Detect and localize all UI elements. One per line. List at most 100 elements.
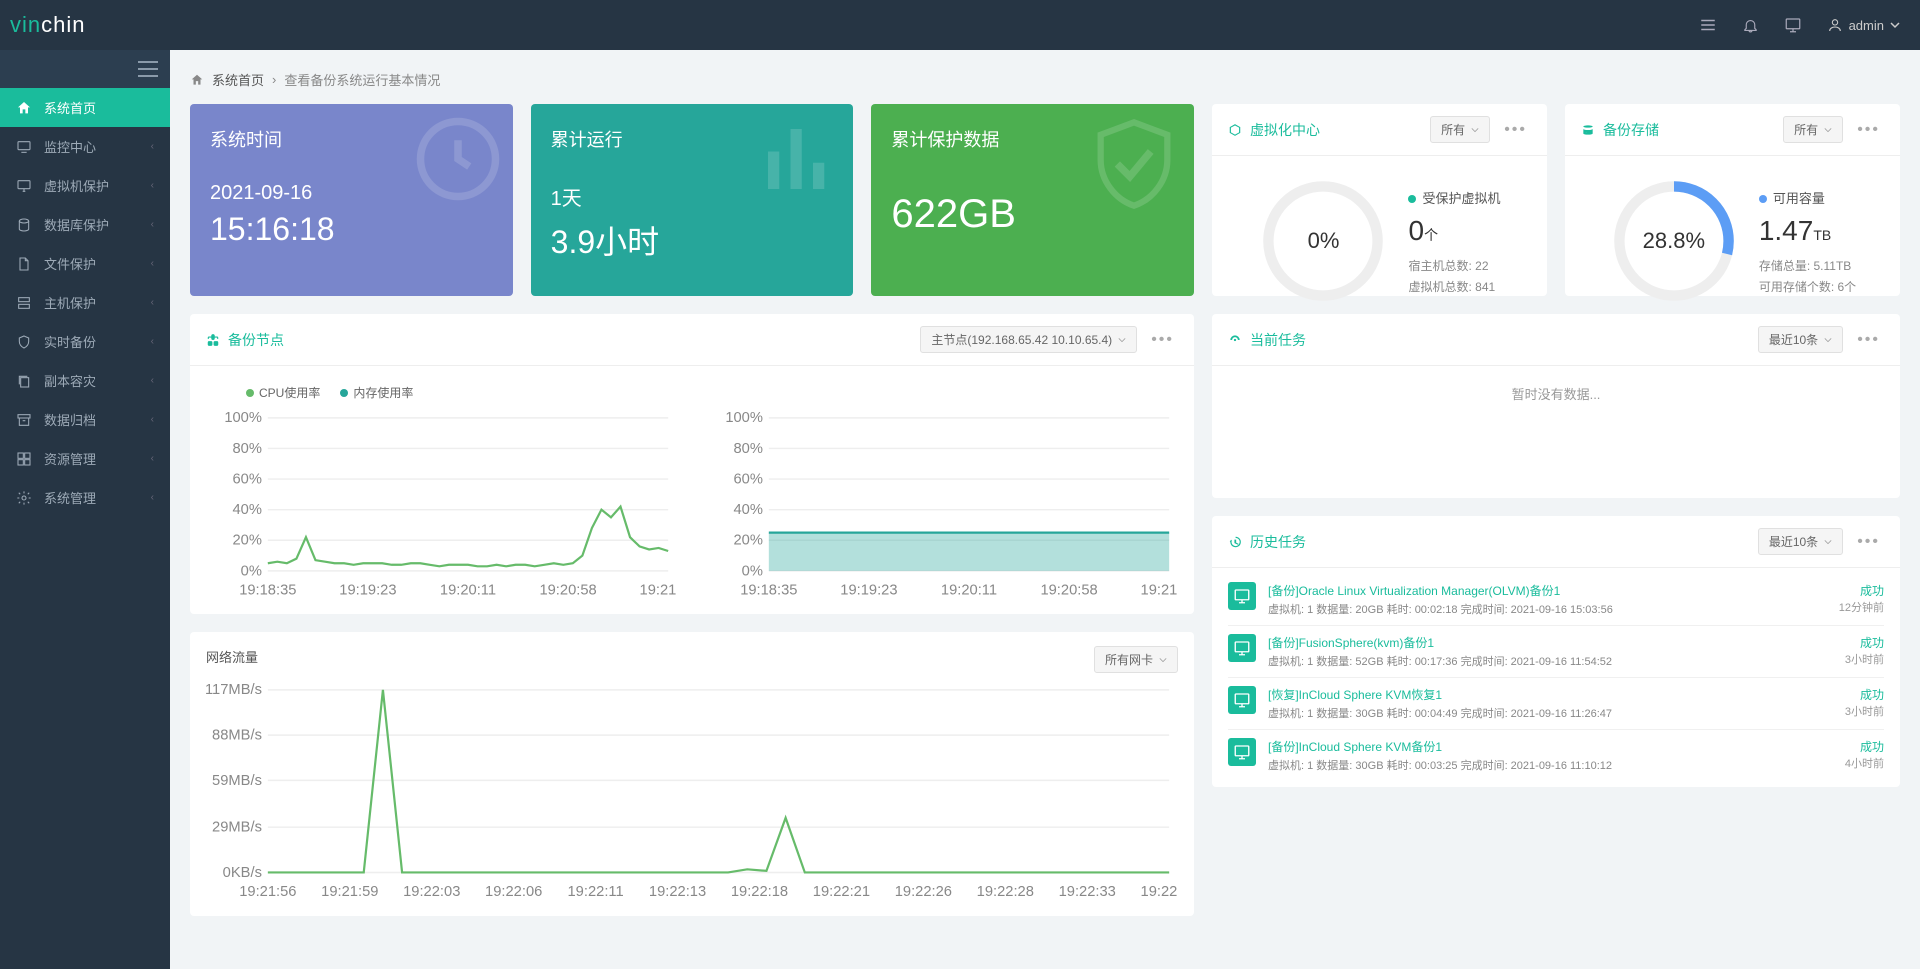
sidebar-label: 系统管理	[44, 488, 96, 507]
sidebar-item-6[interactable]: 实时备份‹	[0, 322, 170, 361]
bs-gauge: 28.8%	[1609, 176, 1739, 306]
task-icon	[1228, 582, 1256, 610]
bell-icon[interactable]	[1742, 17, 1759, 34]
user-menu[interactable]: admin	[1827, 17, 1900, 33]
sidebar-item-8[interactable]: 数据归档‹	[0, 400, 170, 439]
chevron-left-icon: ‹	[151, 141, 154, 152]
vc-more[interactable]: •••	[1500, 121, 1531, 139]
vc-title: 虚拟化中心	[1250, 120, 1320, 140]
bs-title: 备份存储	[1603, 120, 1659, 140]
vc-legend: 受保护虚拟机	[1422, 191, 1500, 206]
task-item[interactable]: [恢复]InCloud Sphere KVM恢复1 虚拟机: 1 数据量: 30…	[1228, 677, 1884, 729]
list-icon[interactable]	[1699, 16, 1717, 34]
logo-post: chin	[41, 12, 85, 38]
file-icon	[16, 256, 34, 272]
stat-time-clock: 15:16:18	[210, 211, 493, 248]
vc-sub1: 宿主机总数: 22	[1408, 257, 1500, 274]
svg-text:19:22:06: 19:22:06	[485, 884, 542, 900]
svg-text:88MB/s: 88MB/s	[212, 728, 262, 744]
chevron-left-icon: ‹	[151, 258, 154, 269]
disk-icon	[1581, 123, 1595, 137]
ct-more[interactable]: •••	[1853, 331, 1884, 349]
sidebar-item-5[interactable]: 主机保护‹	[0, 283, 170, 322]
task-time: 12分钟前	[1839, 599, 1884, 615]
svg-text:19:20:11: 19:20:11	[941, 582, 997, 598]
sidebar-item-9[interactable]: 资源管理‹	[0, 439, 170, 478]
sidebar-item-0[interactable]: 系统首页	[0, 88, 170, 127]
svg-text:19:20:58: 19:20:58	[539, 582, 596, 598]
breadcrumb-root[interactable]: 系统首页	[212, 70, 264, 89]
vc-pct: 0%	[1308, 228, 1340, 254]
chevron-down-icon	[1471, 126, 1479, 134]
svg-text:59MB/s: 59MB/s	[212, 773, 262, 789]
panel-backup-storage: 备份存储 所有 ••• 28.8%	[1565, 104, 1900, 296]
chevron-left-icon: ‹	[151, 492, 154, 503]
svg-text:60%: 60%	[733, 471, 762, 487]
chart-legend: CPU使用率 内存使用率	[206, 380, 1178, 409]
chevron-left-icon: ‹	[151, 297, 154, 308]
bn-more[interactable]: •••	[1147, 331, 1178, 349]
svg-text:19:21:59: 19:21:59	[321, 884, 378, 900]
username: admin	[1849, 18, 1884, 33]
ct-dropdown[interactable]: 最近10条	[1758, 326, 1843, 353]
task-icon	[1228, 738, 1256, 766]
menu-toggle[interactable]	[0, 50, 170, 88]
sidebar-item-4[interactable]: 文件保护 ‹	[0, 244, 170, 283]
history-icon	[1228, 535, 1242, 549]
sidebar-label: 系统首页	[44, 98, 96, 117]
shield-icon	[16, 334, 34, 350]
ht-dropdown[interactable]: 最近10条	[1758, 528, 1843, 555]
shield-check-icon	[1084, 114, 1184, 214]
task-title: [恢复]InCloud Sphere KVM恢复1	[1268, 686, 1833, 703]
svg-text:19:22:11: 19:22:11	[568, 884, 624, 900]
sidebar-item-3[interactable]: 数据库保护‹	[0, 205, 170, 244]
chevron-left-icon: ‹	[151, 375, 154, 386]
svg-text:40%: 40%	[232, 502, 261, 518]
ct-empty: 暂时没有数据...	[1212, 366, 1900, 421]
resource-icon	[16, 451, 34, 467]
legend-mem: 内存使用率	[353, 384, 413, 401]
bs-pct: 28.8%	[1643, 228, 1705, 254]
task-item[interactable]: [备份]Oracle Linux Virtualization Manager(…	[1228, 574, 1884, 625]
chevron-left-icon: ‹	[151, 336, 154, 347]
svg-text:19:21:56: 19:21:56	[239, 884, 296, 900]
svg-text:19:22:26: 19:22:26	[895, 884, 952, 900]
logo[interactable]: vinchin	[10, 12, 170, 38]
bs-dropdown[interactable]: 所有	[1783, 116, 1843, 143]
bars-icon	[753, 114, 843, 204]
svg-text:40%: 40%	[733, 502, 762, 518]
sidebar-item-10[interactable]: 系统管理 ‹	[0, 478, 170, 517]
sidebar-item-2[interactable]: 虚拟机保护‹	[0, 166, 170, 205]
task-title: [备份]Oracle Linux Virtualization Manager(…	[1268, 582, 1827, 599]
monitor-icon[interactable]	[1784, 16, 1802, 34]
panel-net: 网络流量 所有网卡 0KB/s29MB/s59MB/s88MB/s117MB/s…	[190, 632, 1194, 916]
home-icon	[190, 73, 204, 87]
dashboard-icon	[1228, 333, 1242, 347]
task-detail: 虚拟机: 1 数据量: 20GB 耗时: 00:02:18 完成时间: 2021…	[1268, 601, 1827, 617]
ht-more[interactable]: •••	[1853, 533, 1884, 551]
svg-text:19:22:28: 19:22:28	[977, 884, 1034, 900]
home-icon	[16, 100, 34, 116]
svg-text:100%: 100%	[725, 410, 763, 426]
bn-dropdown[interactable]: 主节点(192.168.65.42 10.10.65.4)	[920, 326, 1137, 353]
header-right: admin	[1699, 16, 1900, 34]
sidebar-label: 数据库保护	[44, 215, 109, 234]
legend-cpu: CPU使用率	[259, 384, 320, 401]
sidebar-item-7[interactable]: 副本容灾‹	[0, 361, 170, 400]
net-dropdown[interactable]: 所有网卡	[1094, 646, 1178, 673]
task-item[interactable]: [备份]InCloud Sphere KVM备份1 虚拟机: 1 数据量: 30…	[1228, 729, 1884, 781]
cpu-chart: 0%20%40%60%80%100%19:18:3519:19:2319:20:…	[206, 409, 677, 600]
monitor-icon	[16, 139, 34, 155]
bs-more[interactable]: •••	[1853, 121, 1884, 139]
svg-text:19:22:33: 19:22:33	[1141, 884, 1178, 900]
task-icon	[1228, 686, 1256, 714]
sidebar-item-1[interactable]: 监控中心‹	[0, 127, 170, 166]
chevron-down-icon	[1890, 20, 1900, 30]
task-item[interactable]: [备份]FusionSphere(kvm)备份1 虚拟机: 1 数据量: 52G…	[1228, 625, 1884, 677]
task-detail: 虚拟机: 1 数据量: 30GB 耗时: 00:03:25 完成时间: 2021…	[1268, 757, 1833, 773]
svg-text:19:22:33: 19:22:33	[1059, 884, 1116, 900]
host-icon	[16, 295, 34, 311]
chevron-left-icon: ‹	[151, 180, 154, 191]
vc-dropdown[interactable]: 所有	[1430, 116, 1490, 143]
sidebar-label: 文件保护	[44, 254, 96, 273]
